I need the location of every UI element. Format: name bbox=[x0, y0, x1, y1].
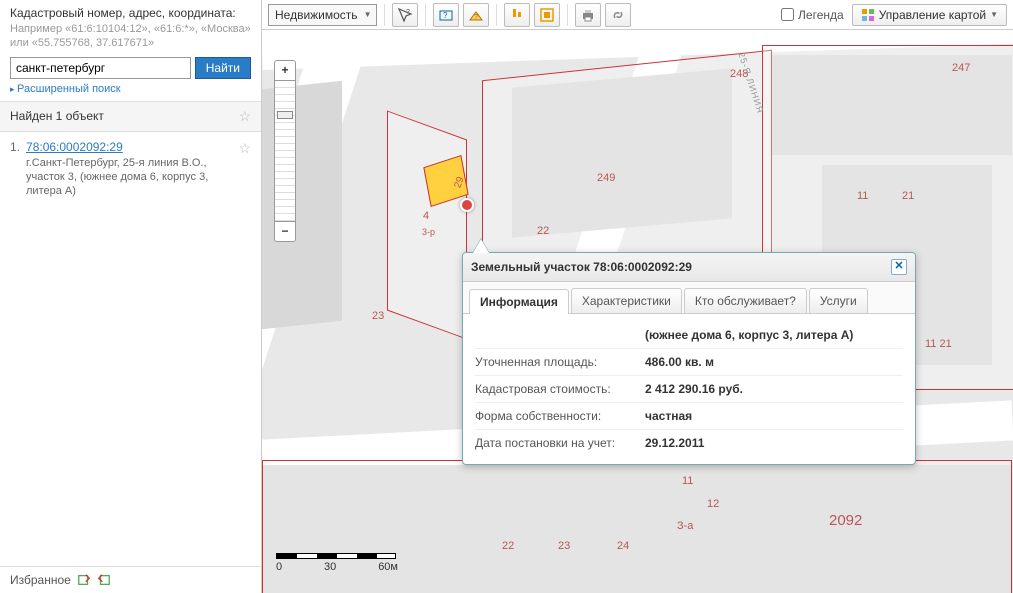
parcel-label: 21 bbox=[902, 190, 914, 202]
info-label: Форма собственности: bbox=[475, 409, 645, 423]
favorites-bar: Избранное bbox=[0, 566, 261, 593]
sidebar: Кадастровый номер, адрес, координата: На… bbox=[0, 0, 262, 593]
info-value: 486.00 кв. м bbox=[645, 355, 903, 369]
result-link[interactable]: 78:06:0002092:29 bbox=[26, 140, 123, 154]
parcel-label: 22 bbox=[537, 225, 549, 237]
layer-dropdown[interactable]: Недвижимость bbox=[268, 4, 377, 26]
help-button[interactable]: ? bbox=[463, 3, 489, 27]
info-label: Уточненная площадь: bbox=[475, 355, 645, 369]
legend-label: Легенда bbox=[798, 8, 844, 22]
measure-length-button[interactable] bbox=[504, 3, 530, 27]
zoom-thumb[interactable] bbox=[277, 111, 293, 119]
scale-0: 0 bbox=[276, 561, 282, 573]
result-number: 1. bbox=[10, 140, 20, 199]
import-icon[interactable] bbox=[97, 573, 111, 587]
info-value: 29.12.2011 bbox=[645, 436, 903, 450]
zoom-in-button[interactable]: + bbox=[275, 61, 295, 81]
search-block: Кадастровый номер, адрес, координата: На… bbox=[0, 0, 261, 102]
scale-mid: 30 bbox=[324, 561, 336, 573]
map-canvas[interactable]: 29 248 247 249 22 23 11 21 11 21 2092 24… bbox=[262, 30, 1013, 593]
main: Недвижимость ? ? ? Легенда Управление ка… bbox=[262, 0, 1013, 593]
svg-text:?: ? bbox=[474, 14, 478, 21]
search-hint: Например «61:6:10104:12», «61:6:*», «Мос… bbox=[10, 22, 251, 51]
parcel-label: 249 bbox=[597, 172, 615, 184]
parcel-label: 23 bbox=[372, 310, 384, 322]
search-title: Кадастровый номер, адрес, координата: bbox=[10, 6, 251, 20]
result-address: г.Санкт-Петербург, 25-я линия В.О., учас… bbox=[26, 156, 232, 199]
block-label: 2092 bbox=[829, 512, 862, 529]
print-button[interactable] bbox=[575, 3, 601, 27]
identify-button[interactable]: ? bbox=[392, 3, 418, 27]
zoom-control: + − bbox=[274, 60, 296, 242]
tab-characteristics[interactable]: Характеристики bbox=[571, 288, 682, 313]
tab-services[interactable]: Услуги bbox=[809, 288, 868, 313]
results-header: Найден 1 объект ☆ bbox=[0, 102, 261, 132]
parcel-label: 247 bbox=[952, 62, 970, 74]
parcel-label: 11 bbox=[682, 475, 693, 487]
parcel-label: 4 bbox=[423, 210, 429, 222]
info-value: частная bbox=[645, 409, 903, 423]
info-label: Дата постановки на учет: bbox=[475, 436, 645, 450]
toolbar: Недвижимость ? ? ? Легенда Управление ка… bbox=[262, 0, 1013, 30]
parcel-label: 3-р bbox=[422, 227, 435, 237]
grid-icon bbox=[861, 8, 875, 22]
search-button[interactable]: Найти bbox=[195, 57, 251, 79]
map-control-label: Управление картой bbox=[879, 8, 986, 22]
export-icon[interactable] bbox=[77, 573, 91, 587]
result-item: 1. 78:06:0002092:29 г.Санкт-Петербург, 2… bbox=[0, 132, 261, 207]
results-count: Найден 1 объект bbox=[10, 109, 104, 123]
measure-area-button[interactable] bbox=[534, 3, 560, 27]
info-popup: Земельный участок 78:06:0002092:29 ✕ Инф… bbox=[462, 252, 916, 465]
parcel-label: 12 bbox=[707, 498, 719, 510]
info-value: 2 412 290.16 руб. bbox=[645, 382, 903, 396]
parcel-label: 11 bbox=[857, 190, 868, 202]
zoom-slider[interactable] bbox=[275, 81, 295, 221]
tab-info[interactable]: Информация bbox=[469, 289, 569, 314]
legend-checkbox[interactable] bbox=[781, 8, 794, 21]
search-input[interactable] bbox=[10, 57, 191, 79]
parcel-label: 24 bbox=[617, 540, 629, 552]
popup-title: Земельный участок 78:06:0002092:29 bbox=[471, 260, 692, 274]
svg-text:?: ? bbox=[406, 9, 410, 16]
parcel-label: 11 21 bbox=[925, 338, 952, 350]
legend-toggle[interactable]: Легенда bbox=[781, 8, 844, 22]
map-marker[interactable] bbox=[460, 198, 474, 212]
close-icon[interactable]: ✕ bbox=[891, 259, 907, 275]
chevron-down-icon: ▼ bbox=[990, 10, 998, 19]
popup-address: (южнее дома 6, корпус 3, литера А) bbox=[645, 328, 903, 342]
advanced-search-link[interactable]: Расширенный поиск bbox=[10, 83, 121, 95]
info-label: Кадастровая стоимость: bbox=[475, 382, 645, 396]
svg-text:?: ? bbox=[443, 11, 448, 20]
info-button[interactable]: ? bbox=[433, 3, 459, 27]
zoom-out-button[interactable]: − bbox=[275, 221, 295, 241]
parcel-label: 22 bbox=[502, 540, 514, 552]
map-control-button[interactable]: Управление картой ▼ bbox=[852, 4, 1007, 26]
favorite-all-icon[interactable]: ☆ bbox=[238, 108, 251, 125]
tab-service[interactable]: Кто обслуживает? bbox=[684, 288, 807, 313]
scale-bar: 0 30 60м bbox=[276, 553, 398, 573]
favorite-item-icon[interactable]: ☆ bbox=[238, 140, 251, 199]
scale-end: 60м bbox=[378, 561, 398, 573]
favorites-label: Избранное bbox=[10, 573, 71, 587]
parcel-label: 23 bbox=[558, 540, 570, 552]
link-button[interactable] bbox=[605, 3, 631, 27]
parcel-label: З-а bbox=[677, 520, 693, 532]
